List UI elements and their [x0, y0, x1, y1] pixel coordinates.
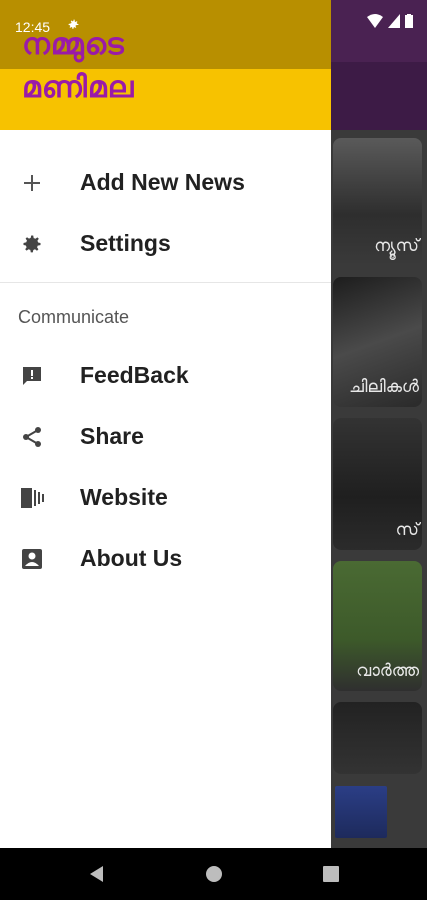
- gear-icon: [68, 19, 79, 29]
- menu-item-label: Share: [80, 423, 144, 449]
- menu-item-add-new-news[interactable]: Add New News: [0, 152, 331, 213]
- section-title-communicate: Communicate: [18, 306, 130, 327]
- menu-item-label: Settings: [80, 230, 171, 256]
- back-button[interactable]: [84, 862, 108, 886]
- navigation-drawer: നമ്മുടെ മണിമല 12:45 Add New News Setting…: [0, 0, 331, 848]
- news-card[interactable]: ചിലികൾ: [333, 277, 422, 407]
- wifi-icon: [367, 14, 383, 28]
- menu-item-website[interactable]: Website: [0, 467, 331, 528]
- menu-item-about-us[interactable]: About Us: [0, 528, 331, 589]
- back-icon: [90, 866, 103, 882]
- menu-item-settings[interactable]: Settings: [0, 213, 331, 274]
- news-card[interactable]: [333, 702, 422, 774]
- news-card-title: ന്യൂസ്: [374, 236, 419, 256]
- home-button[interactable]: [202, 862, 226, 886]
- menu-item-feedback[interactable]: FeedBack: [0, 345, 331, 406]
- recents-icon: [323, 866, 339, 882]
- drawer-menu: Add New News Settings Communicate FeedBa…: [0, 152, 331, 589]
- news-card[interactable]: വാർത്ത: [333, 561, 422, 691]
- battery-icon: [405, 14, 413, 28]
- news-card-title: സ്: [395, 520, 419, 540]
- news-card[interactable]: ന്യൂസ്: [333, 138, 422, 266]
- website-icon: [20, 486, 44, 510]
- signal-icon: [388, 14, 400, 28]
- status-icons: [367, 14, 413, 28]
- menu-divider: [0, 282, 331, 283]
- plus-icon: [20, 171, 44, 195]
- menu-item-share[interactable]: Share: [0, 406, 331, 467]
- feedback-icon: [20, 364, 44, 388]
- status-time: 12:45: [15, 19, 51, 35]
- home-icon: [206, 866, 222, 882]
- news-card-title: ചിലികൾ: [349, 377, 419, 397]
- menu-item-label: About Us: [80, 545, 183, 571]
- news-card[interactable]: സ്: [333, 418, 422, 550]
- news-thumbnail[interactable]: [335, 786, 387, 838]
- menu-item-label: Website: [80, 484, 168, 510]
- drawer-header: നമ്മുടെ മണിമല 12:45: [0, 0, 331, 130]
- recents-button[interactable]: [319, 862, 343, 886]
- system-nav-bar: [0, 848, 427, 900]
- about-icon: [20, 547, 44, 571]
- menu-item-label: Add New News: [80, 169, 245, 195]
- share-icon: [20, 425, 44, 449]
- news-card-title: വാർത്ത: [356, 661, 419, 681]
- app-title-line2: മണിമല: [22, 70, 135, 105]
- menu-item-label: FeedBack: [80, 362, 189, 388]
- gear-icon: [20, 232, 44, 256]
